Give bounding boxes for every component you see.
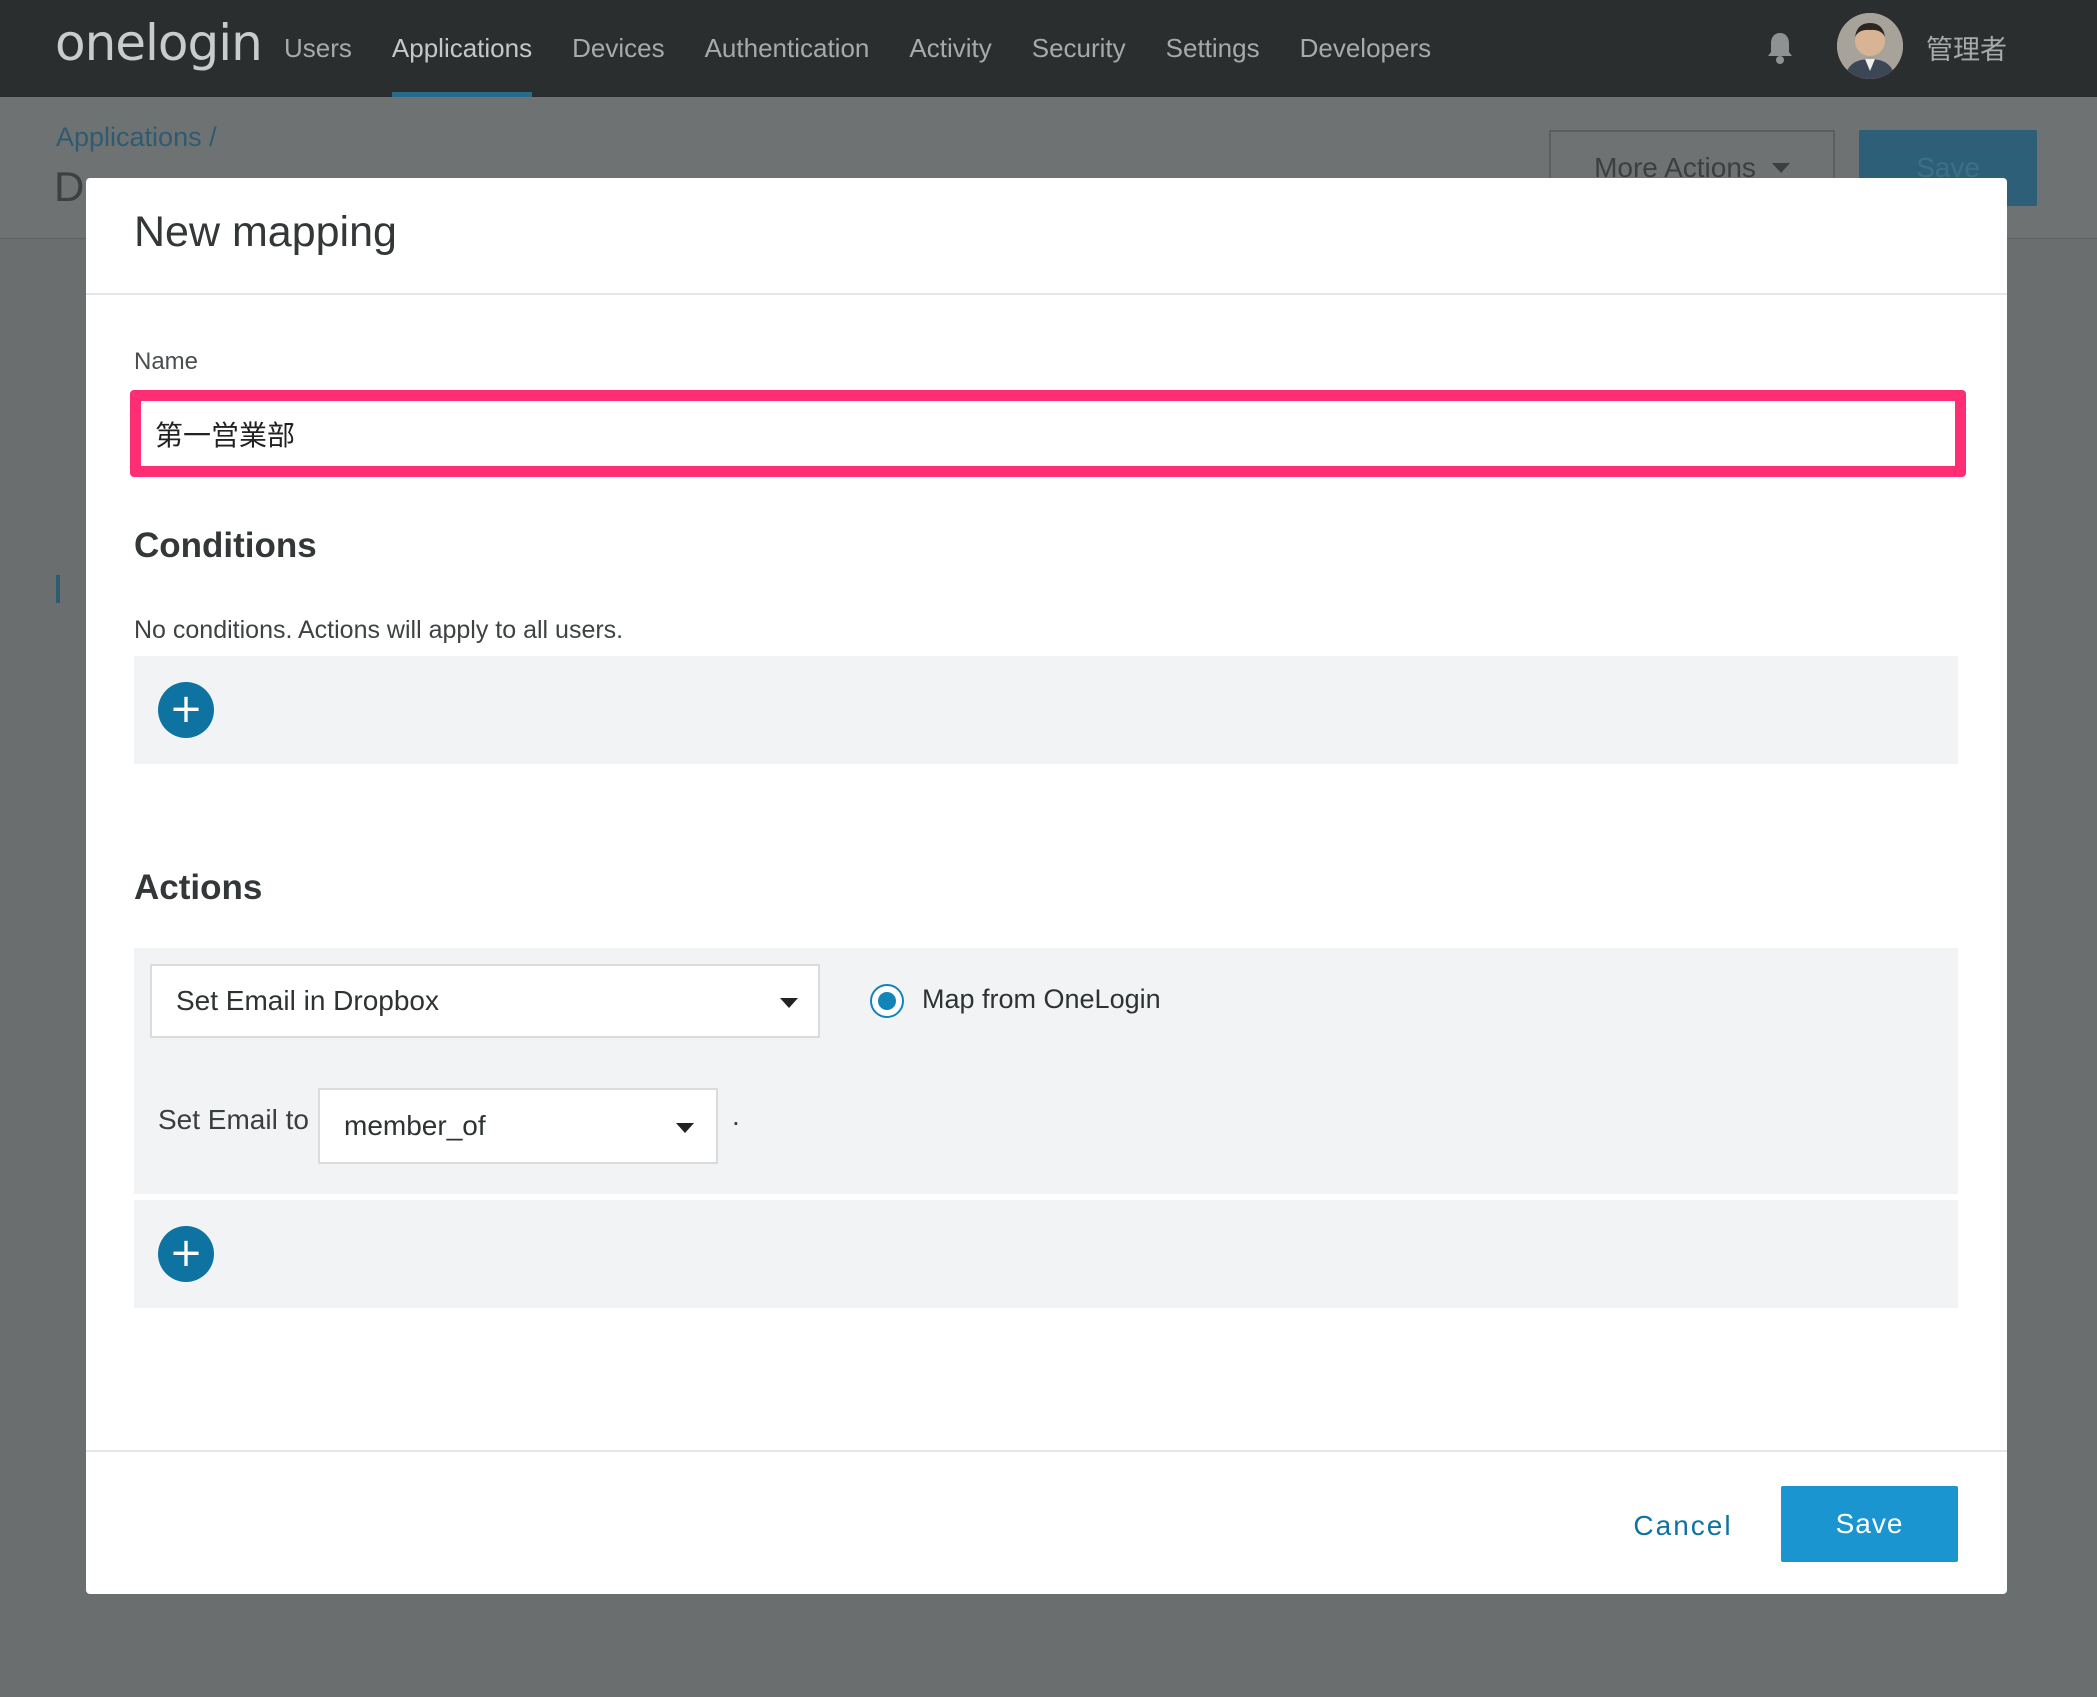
name-label: Name	[134, 348, 199, 375]
conditions-title: Conditions	[134, 526, 317, 565]
add-condition-button[interactable]: +	[158, 682, 214, 738]
modal-footer-divider	[86, 1450, 2007, 1452]
sidebar-active-marker	[56, 575, 60, 603]
name-input[interactable]	[130, 390, 1966, 477]
conditions-note: No conditions. Actions will apply to all…	[134, 616, 624, 644]
set-email-select[interactable]: member_of	[318, 1088, 718, 1164]
plus-icon: +	[169, 686, 203, 732]
chevron-down-icon	[780, 998, 798, 1008]
action-type-value: Set Email in Dropbox	[176, 985, 440, 1016]
trailing-period: .	[732, 1100, 740, 1131]
conditions-panel: +	[134, 656, 1958, 764]
modal-header: New mapping	[86, 178, 2007, 295]
nav-item-applications[interactable]: Applications	[372, 0, 552, 97]
nav-item-devices[interactable]: Devices	[552, 0, 684, 97]
username[interactable]: 管理者	[1926, 28, 2007, 67]
breadcrumb[interactable]: Applications /	[56, 122, 217, 153]
add-action-panel: +	[134, 1200, 1958, 1308]
top-navigation-bar: onelogin Users Applications Devices Auth…	[0, 0, 2097, 97]
new-mapping-modal: New mapping Name Conditions No condition…	[86, 178, 2007, 1594]
nav-item-settings[interactable]: Settings	[1146, 0, 1280, 97]
nav-item-authentication[interactable]: Authentication	[685, 0, 890, 97]
actions-title: Actions	[134, 868, 263, 907]
nav-item-users[interactable]: Users	[264, 0, 372, 97]
onelogin-logo[interactable]: onelogin	[55, 14, 263, 72]
save-button[interactable]: Save	[1781, 1486, 1958, 1562]
chevron-down-icon	[676, 1123, 694, 1133]
chevron-down-icon	[1771, 163, 1790, 173]
action-panel: Set Email in Dropbox Map from OneLogin S…	[134, 948, 1958, 1194]
cancel-button[interactable]: Cancel	[1603, 1488, 1763, 1564]
main-nav: Users Applications Devices Authenticatio…	[264, 0, 1451, 97]
nav-item-developers[interactable]: Developers	[1280, 0, 1452, 97]
nav-item-security[interactable]: Security	[1012, 0, 1146, 97]
map-from-onelogin-radio[interactable]	[870, 984, 904, 1018]
page-title: D	[54, 163, 85, 210]
add-action-button[interactable]: +	[158, 1226, 214, 1282]
avatar[interactable]	[1837, 13, 1903, 79]
bell-icon[interactable]	[1765, 30, 1795, 66]
nav-item-activity[interactable]: Activity	[889, 0, 1011, 97]
set-email-value: member_of	[344, 1110, 486, 1141]
action-type-select[interactable]: Set Email in Dropbox	[150, 964, 820, 1038]
plus-icon: +	[169, 1230, 203, 1276]
modal-title: New mapping	[134, 208, 397, 256]
set-email-label: Set Email to	[158, 1104, 309, 1135]
map-from-onelogin-label[interactable]: Map from OneLogin	[922, 984, 1161, 1015]
